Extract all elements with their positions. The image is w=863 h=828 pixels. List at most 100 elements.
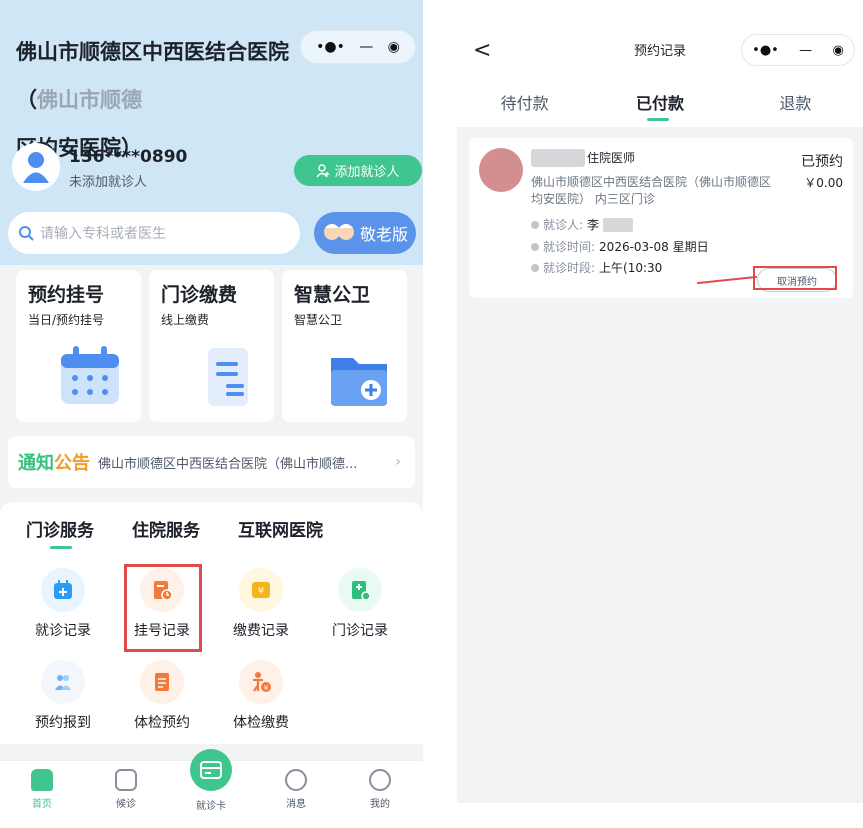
close-target-icon[interactable]: ◉ <box>388 39 400 55</box>
service-label: 缴费记录 <box>233 623 289 639</box>
tab-indicator <box>647 118 669 121</box>
calendar-icon <box>61 346 119 404</box>
service-payment-records[interactable]: ¥ 缴费记录 <box>221 568 301 640</box>
add-patient-label: 添加就诊人 <box>334 165 400 180</box>
minimize-icon[interactable]: — <box>799 43 812 58</box>
tab-refund[interactable]: 退款 <box>728 90 863 114</box>
appointment-records-screen: < 预约记录 •●• — ◉ 待付款 已付款 退款 住院医师 已预约 佛山市顺德… <box>457 0 863 803</box>
chevron-right-icon: › <box>395 454 401 470</box>
service-visit-records[interactable]: 就诊记录 <box>23 568 103 640</box>
elderly-couple-icon <box>323 224 354 240</box>
user-status: 未添加就诊人 <box>69 175 148 190</box>
home-icon <box>31 769 53 791</box>
person-icon <box>531 220 539 229</box>
card-appointment[interactable]: 预约挂号 当日/预约挂号 <box>16 270 141 422</box>
calendar-icon <box>531 263 539 272</box>
elder-mode-button[interactable]: 敬老版 <box>314 212 416 254</box>
clock-icon <box>115 769 137 791</box>
service-outpatient-records[interactable]: 门诊记录 <box>320 568 400 640</box>
price: ￥0.00 <box>804 176 843 190</box>
doctor-avatar <box>479 148 523 192</box>
card-subtitle: 当日/预约挂号 <box>28 313 105 327</box>
records-header: < 预约记录 •●• — ◉ 待付款 已付款 退款 <box>457 0 863 127</box>
card-subtitle: 线上缴费 <box>161 313 210 327</box>
bill-icon <box>208 348 248 406</box>
service-label: 体检缴费 <box>233 715 289 731</box>
search-icon <box>19 226 34 241</box>
service-tabs: 门诊服务 住院服务 互联网医院 <box>26 516 323 541</box>
tab-outpatient[interactable]: 门诊服务 <box>26 516 94 541</box>
medical-record-icon <box>338 568 382 612</box>
card-title: 预约挂号 <box>28 284 105 306</box>
service-checkup-payment[interactable]: ¥ 体检缴费 <box>221 660 301 732</box>
tab-internet-hospital[interactable]: 互联网医院 <box>238 516 323 541</box>
quick-cards: 预约挂号 当日/预约挂号 门诊缴费 线上缴费 智慧公卫 智慧公卫 <box>16 270 408 422</box>
nav-mine[interactable]: 我的 <box>350 769 410 810</box>
medical-folder-icon <box>331 358 387 406</box>
svg-text:¥: ¥ <box>264 684 269 692</box>
elder-mode-label: 敬老版 <box>359 225 408 244</box>
service-label: 体检预约 <box>134 715 190 731</box>
checklist-icon <box>140 660 184 704</box>
avatar <box>12 143 60 191</box>
yen-wallet-icon: ¥ <box>239 568 283 612</box>
add-patient-button[interactable]: 添加就诊人 <box>294 155 422 186</box>
user-card: 136****0890 未添加就诊人 添加就诊人 <box>12 143 422 198</box>
highlight-cancel-button <box>753 266 837 290</box>
user-icon <box>369 769 391 791</box>
services-panel: 门诊服务 住院服务 互联网医院 就诊记录 挂号记录 ¥ 缴费记录 门诊记录 预约… <box>0 502 423 744</box>
highlight-registration-records <box>124 564 202 652</box>
people-icon <box>41 660 85 704</box>
card-public-health[interactable]: 智慧公卫 智慧公卫 <box>282 270 407 422</box>
tab-indicator <box>50 546 72 549</box>
card-title: 智慧公卫 <box>294 284 371 306</box>
visit-period: 上午(10:30 <box>599 261 663 275</box>
user-avatar-icon <box>23 152 49 183</box>
more-icon[interactable]: •●• <box>316 39 345 55</box>
visit-time-row: 就诊时间: 2026-03-08 星期日 <box>531 238 709 255</box>
search-placeholder: 请输入专科或者医生 <box>40 226 166 242</box>
service-checkup-appointment[interactable]: 体检预约 <box>122 660 202 732</box>
tab-paid[interactable]: 已付款 <box>592 90 727 114</box>
nav-messages[interactable]: 消息 <box>266 769 326 810</box>
card-title: 门诊缴费 <box>161 284 238 306</box>
notice-tag: 通知公告 <box>18 453 90 474</box>
person-yen-icon: ¥ <box>239 660 283 704</box>
close-target-icon[interactable]: ◉ <box>832 43 843 58</box>
doctor-name-redacted <box>531 149 585 167</box>
search-input[interactable]: 请输入专科或者医生 <box>8 212 300 254</box>
more-icon[interactable]: •●• <box>752 43 779 58</box>
nav-home[interactable]: 首页 <box>12 769 72 810</box>
tab-inpatient[interactable]: 住院服务 <box>132 516 200 541</box>
card-subtitle: 智慧公卫 <box>294 313 343 327</box>
doctor-title: 住院医师 <box>587 151 636 165</box>
card-payment[interactable]: 门诊缴费 线上缴费 <box>149 270 274 422</box>
tab-unpaid[interactable]: 待付款 <box>457 90 592 114</box>
service-label: 门诊记录 <box>332 623 388 639</box>
payment-tabs: 待付款 已付款 退款 <box>457 90 863 114</box>
miniprogram-capsule[interactable]: •●• — ◉ <box>300 30 416 64</box>
notice-bar[interactable]: 通知公告 佛山市顺德区中西医结合医院（佛山市顺德... › <box>8 436 415 488</box>
clock-icon <box>531 242 539 251</box>
card-icon[interactable] <box>190 749 232 791</box>
svg-text:¥: ¥ <box>258 586 264 597</box>
miniprogram-capsule[interactable]: •●• — ◉ <box>741 34 855 66</box>
nav-medical-card[interactable]: 就诊卡 <box>181 797 241 812</box>
hospital-title-faded: 佛山市顺德 <box>37 88 142 112</box>
user-phone: 136****0890 <box>69 147 188 167</box>
calendar-plus-icon <box>41 568 85 612</box>
service-checkin[interactable]: 预约报到 <box>23 660 103 732</box>
nav-waiting[interactable]: 候诊 <box>96 769 156 810</box>
notice-text: 佛山市顺德区中西医结合医院（佛山市顺德... <box>98 456 358 472</box>
home-screen: 佛山市顺德区中西医结合医院（佛山市顺德 区均安医院） •●• — ◉ 136**… <box>0 0 423 828</box>
service-label: 预约报到 <box>35 715 91 731</box>
hospital-department: 佛山市顺德区中西医结合医院（佛山市顺德区均安医院） 内三区门诊 <box>531 175 772 206</box>
message-icon <box>285 769 307 791</box>
service-label: 就诊记录 <box>35 623 91 639</box>
status-badge: 已预约 <box>801 154 843 170</box>
screenshot-root: 佛山市顺德区中西医结合医院（佛山市顺德 区均安医院） •●• — ◉ 136**… <box>0 0 863 828</box>
visit-date: 2026-03-08 星期日 <box>599 240 709 254</box>
minimize-icon[interactable]: — <box>359 39 373 55</box>
visit-period-row: 就诊时段: 上午(10:30 <box>531 259 662 276</box>
patient-row: 就诊人: 李 <box>531 216 634 233</box>
